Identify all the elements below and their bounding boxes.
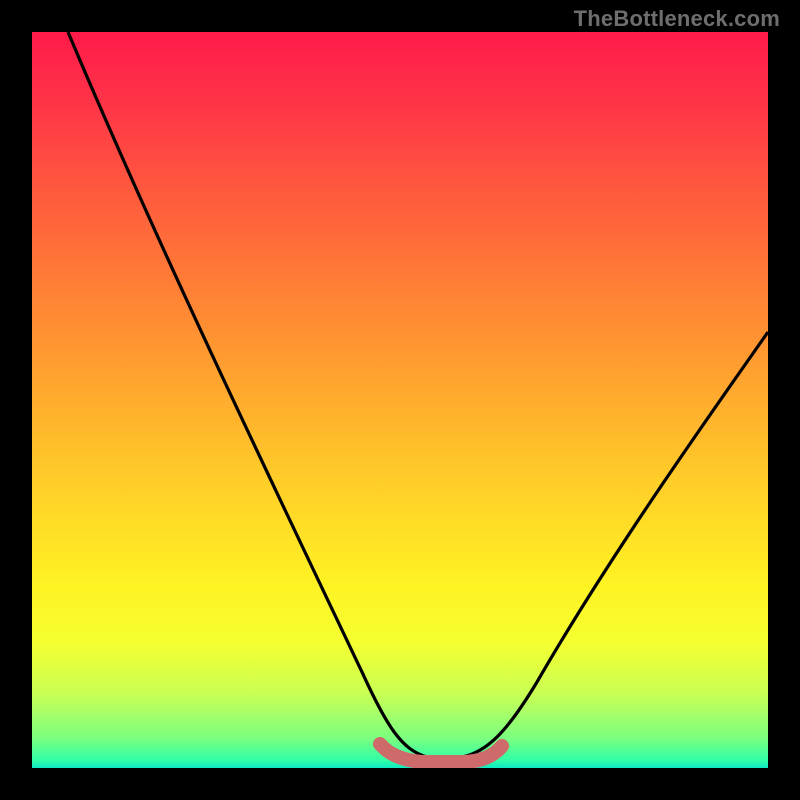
watermark-text: TheBottleneck.com [574,6,780,32]
plot-area [32,32,768,768]
chart-frame: TheBottleneck.com [0,0,800,800]
curve-layer [32,32,768,768]
bottleneck-curve [68,32,768,757]
